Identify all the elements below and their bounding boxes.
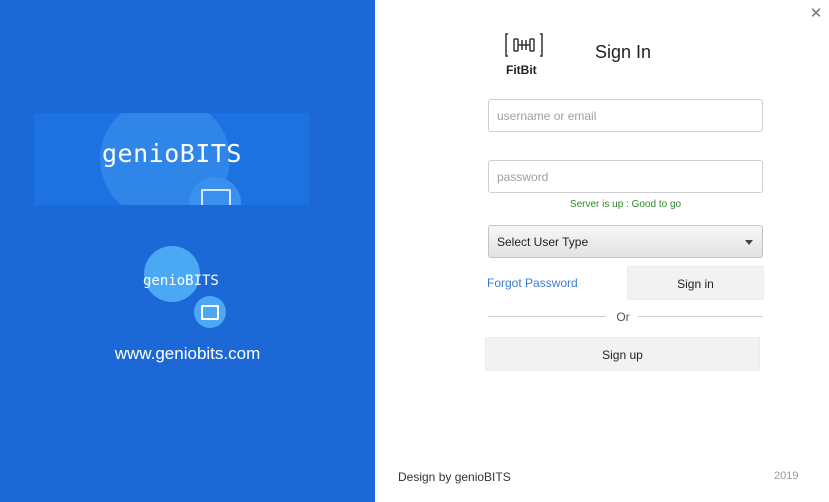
- page-title: Sign In: [595, 42, 652, 62]
- username-input[interactable]: [488, 99, 763, 132]
- forgot-password-link[interactable]: Forgot Password: [487, 276, 578, 290]
- close-icon[interactable]: ✕: [808, 4, 824, 22]
- divider-label: Or: [616, 310, 630, 324]
- user-type-value: Select User Type: [497, 235, 589, 249]
- brand-panel: genioBITS genioBITS www.geniobits.com: [0, 0, 375, 502]
- logo-circle-small: [194, 296, 226, 328]
- app-name: FitBit: [506, 63, 537, 77]
- brand-logo: genioBITS: [140, 244, 230, 330]
- server-status: Server is up : Good to go: [569, 199, 682, 210]
- logo-wordmark: genioBITS: [143, 273, 219, 289]
- design-credit: Design by genioBITS: [398, 470, 511, 484]
- divider-line: [638, 316, 763, 317]
- sign-up-button[interactable]: Sign up: [485, 337, 760, 371]
- website-link: www.geniobits.com: [114, 344, 261, 363]
- banner-wordmark: genioBITS: [102, 139, 242, 168]
- brand-banner: genioBITS: [34, 113, 309, 205]
- device-icon: [201, 305, 219, 320]
- device-icon: [201, 189, 231, 205]
- sign-in-button[interactable]: Sign in: [627, 266, 764, 300]
- divider-line: [488, 316, 606, 317]
- password-input[interactable]: [488, 160, 763, 193]
- chevron-down-icon: [745, 240, 753, 245]
- dumbbell-icon: [505, 33, 543, 57]
- copyright-year: 2019: [774, 470, 799, 482]
- user-type-select[interactable]: Select User Type: [488, 225, 763, 258]
